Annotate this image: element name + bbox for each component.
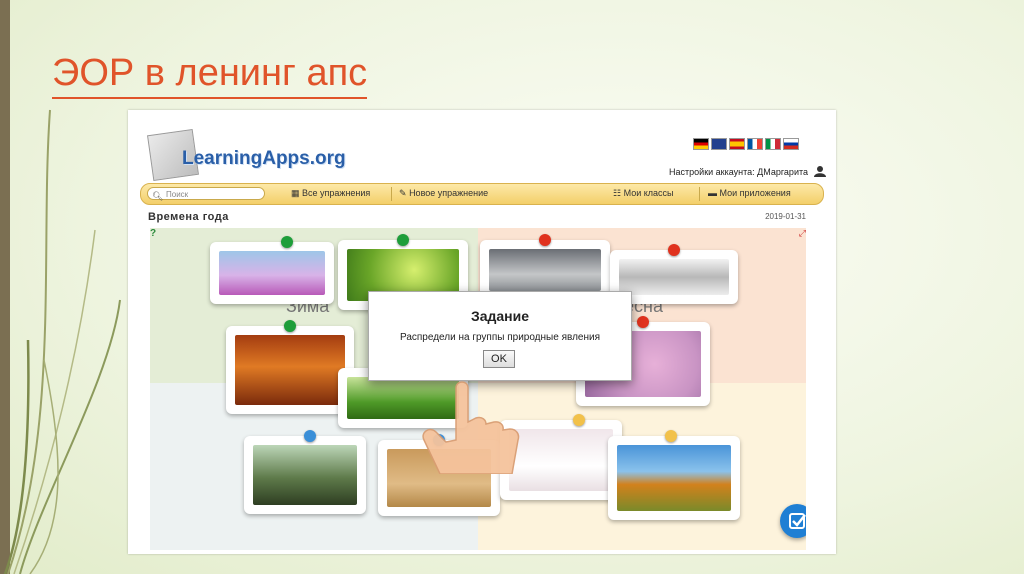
grid-icon: ▦ — [291, 188, 300, 198]
flag-de[interactable] — [693, 138, 709, 150]
pin-red — [637, 316, 649, 328]
flag-fr[interactable] — [747, 138, 763, 150]
flag-es[interactable] — [729, 138, 745, 150]
learningapps-screenshot: LearningApps.org Настройки аккаунта: ДМа… — [128, 110, 836, 554]
image-card-autumn-path[interactable] — [226, 320, 354, 414]
nav-divider — [699, 187, 700, 201]
nav-my-apps[interactable]: ▬ Мои приложения — [708, 188, 791, 198]
flag-en[interactable] — [711, 138, 727, 150]
check-button[interactable] — [780, 504, 806, 538]
image-card-autumn-tree[interactable] — [608, 430, 740, 520]
list-icon: ☷ — [613, 188, 622, 198]
nav-all-exercises[interactable]: ▦ Все упражнения — [291, 188, 370, 199]
site-logo[interactable]: LearningApps.org — [182, 148, 346, 170]
nav-my-apps-label: Мои приложения — [719, 188, 791, 198]
search-icon: 🔍︎ — [152, 191, 164, 201]
nav-my-classes[interactable]: ☷ Мои классы — [613, 188, 674, 199]
image-card-flowers[interactable] — [210, 236, 334, 304]
nav-divider — [391, 187, 392, 201]
slide-title: ЭОР в ленинг апс — [52, 52, 368, 99]
card-image — [619, 259, 729, 295]
nav-new-exercise-label: Новое упражнение — [409, 188, 489, 198]
pin-red — [668, 244, 680, 256]
dialog-text: Распредели на группы природные явления — [399, 332, 600, 343]
card-image — [617, 445, 731, 511]
site-header: LearningApps.org Настройки аккаунта: ДМа… — [128, 110, 836, 182]
search-input[interactable]: 🔍︎ Поиск — [147, 187, 265, 201]
nav-all-exercises-label: Все упражнения — [302, 188, 371, 198]
help-icon[interactable]: ? — [150, 228, 156, 239]
language-flags — [693, 138, 799, 150]
pin-yellow — [665, 430, 678, 442]
image-card-foggy-forest[interactable] — [244, 430, 366, 514]
exercise-date: 2019-01-31 — [765, 212, 806, 221]
exercise-board: Зима Весна ? ⤢ Задание Распредели на гру… — [150, 228, 806, 550]
task-dialog: Задание Распредели на группы природные я… — [368, 291, 632, 381]
pencil-icon: ✎ — [399, 188, 407, 198]
exercise-title: Времена года — [148, 211, 229, 223]
flag-it[interactable] — [765, 138, 781, 150]
check-icon — [789, 513, 806, 529]
pin-yellow — [573, 414, 586, 426]
fullscreen-icon[interactable]: ⤢ — [799, 228, 806, 239]
nav-my-classes-label: Мои классы — [623, 188, 674, 198]
nav-new-exercise[interactable]: ✎ Новое упражнение — [399, 188, 488, 199]
pin-green — [280, 236, 293, 248]
hand-pointer-icon — [422, 381, 520, 474]
account-settings-link[interactable]: Настройки аккаунта: ДМаргарита — [669, 167, 808, 177]
pin-red — [539, 234, 551, 246]
main-nav-bar: 🔍︎ Поиск ▦ Все упражнения ✎ Новое упражн… — [140, 183, 824, 205]
pin-blue — [303, 430, 316, 442]
card-image — [219, 251, 325, 295]
ok-button[interactable]: OK — [483, 350, 515, 368]
dialog-title: Задание — [470, 308, 530, 324]
flag-ru[interactable] — [783, 138, 799, 150]
user-icon[interactable] — [814, 165, 826, 177]
pin-green — [284, 320, 296, 332]
search-placeholder: Поиск — [166, 190, 189, 199]
card-image — [489, 249, 601, 291]
card-image — [253, 445, 357, 505]
pin-green — [397, 234, 409, 246]
folder-icon: ▬ — [708, 188, 717, 198]
card-image — [235, 335, 345, 405]
